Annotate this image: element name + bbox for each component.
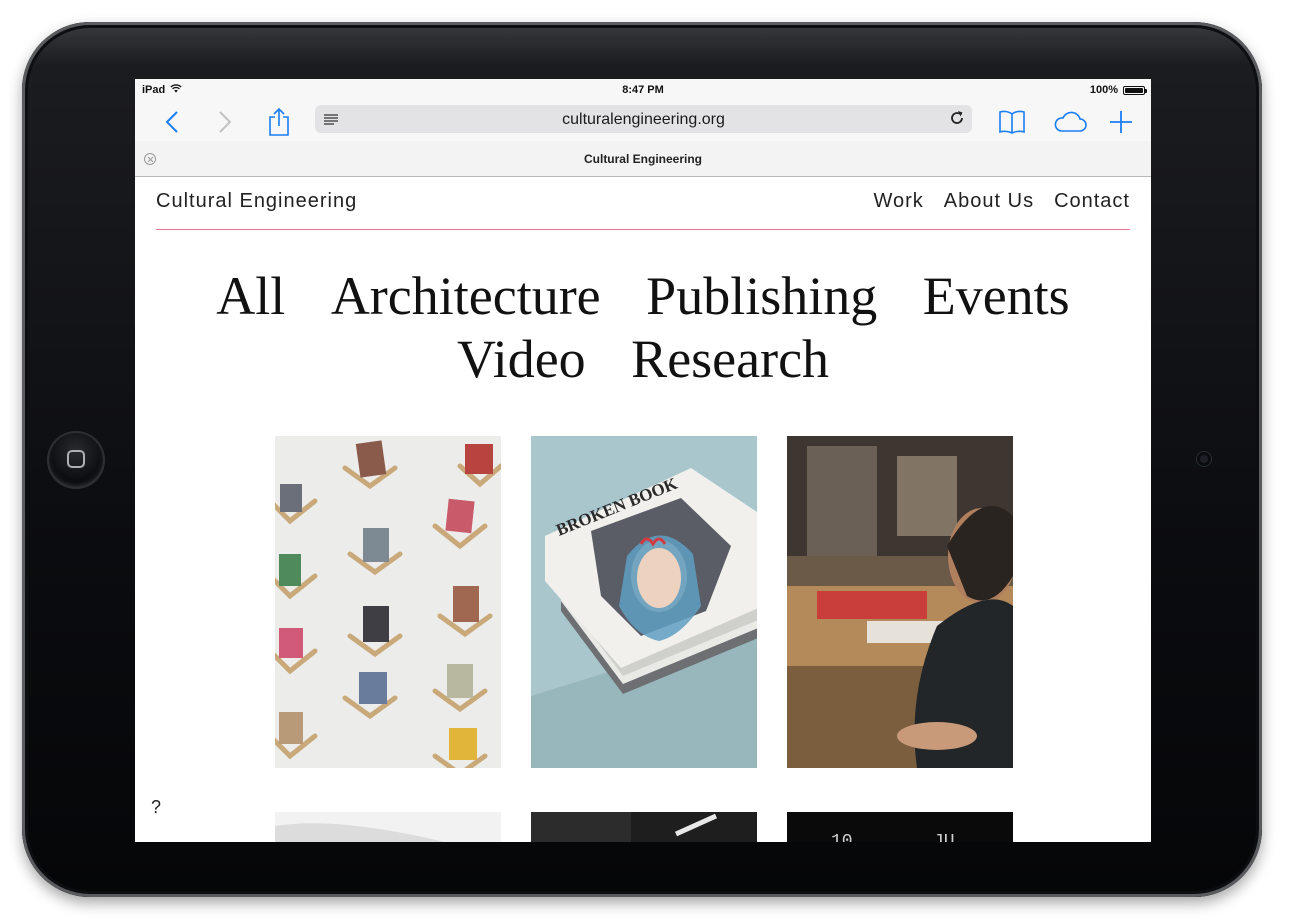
battery-percent: 100% [1089,84,1118,96]
category-video[interactable]: Video [457,329,586,389]
nav-contact[interactable]: Contact [1054,190,1130,213]
battery-icon [1123,85,1147,95]
partial-text-b: JU [933,832,955,842]
nav-work[interactable]: Work [873,190,923,213]
project-thumbnail-partial-2[interactable] [531,812,757,842]
partial-text-a: 10 [831,832,853,842]
browser-toolbar: culturalengineering.org [135,101,1151,141]
category-publishing[interactable]: Publishing [646,266,877,326]
project-thumbnail-magazine[interactable]: BROKEN BOOK [531,436,757,768]
url-text[interactable]: culturalengineering.org [315,111,972,129]
back-icon[interactable] [156,106,188,138]
clock: 8:47 PM [622,84,664,96]
project-thumbnail-portrait[interactable] [787,436,1013,768]
tab-bar: Cultural Engineering [135,141,1151,177]
address-bar[interactable]: culturalengineering.org [315,105,972,133]
category-architecture[interactable]: Architecture [331,266,601,326]
web-page: Cultural Engineering Work About Us Conta… [135,177,1151,842]
camera-dot [1197,452,1211,466]
category-all[interactable]: All [216,266,285,326]
site-nav: Work About Us Contact [873,190,1130,213]
home-square-icon [67,450,85,468]
project-thumbnail-partial-1[interactable] [275,812,501,842]
bookmarks-icon[interactable] [996,106,1028,138]
status-bar: iPad 8:47 PM 100% [135,79,1151,101]
forward-icon[interactable] [209,106,241,138]
share-icon[interactable] [263,106,295,138]
reload-icon[interactable] [949,110,965,131]
site-header: Cultural Engineering Work About Us Conta… [156,177,1130,230]
cloud-tabs-icon[interactable] [1050,106,1090,138]
help-button[interactable]: ? [151,797,161,818]
project-thumbnail-partial-3[interactable]: 10 JU [787,812,1013,842]
site-logo[interactable]: Cultural Engineering [156,190,357,213]
nav-about-us[interactable]: About Us [944,190,1034,213]
tab-title[interactable]: Cultural Engineering [135,152,1151,166]
category-events[interactable]: Events [923,266,1070,326]
project-thumbnail-bookshelf[interactable] [275,436,501,768]
home-button[interactable] [47,431,105,489]
category-research[interactable]: Research [631,329,829,389]
category-filter: All Architecture Publishing Events Video… [135,265,1151,391]
new-tab-icon[interactable] [1105,106,1137,138]
screen: iPad 8:47 PM 100% culturalengineering.or… [135,79,1151,842]
